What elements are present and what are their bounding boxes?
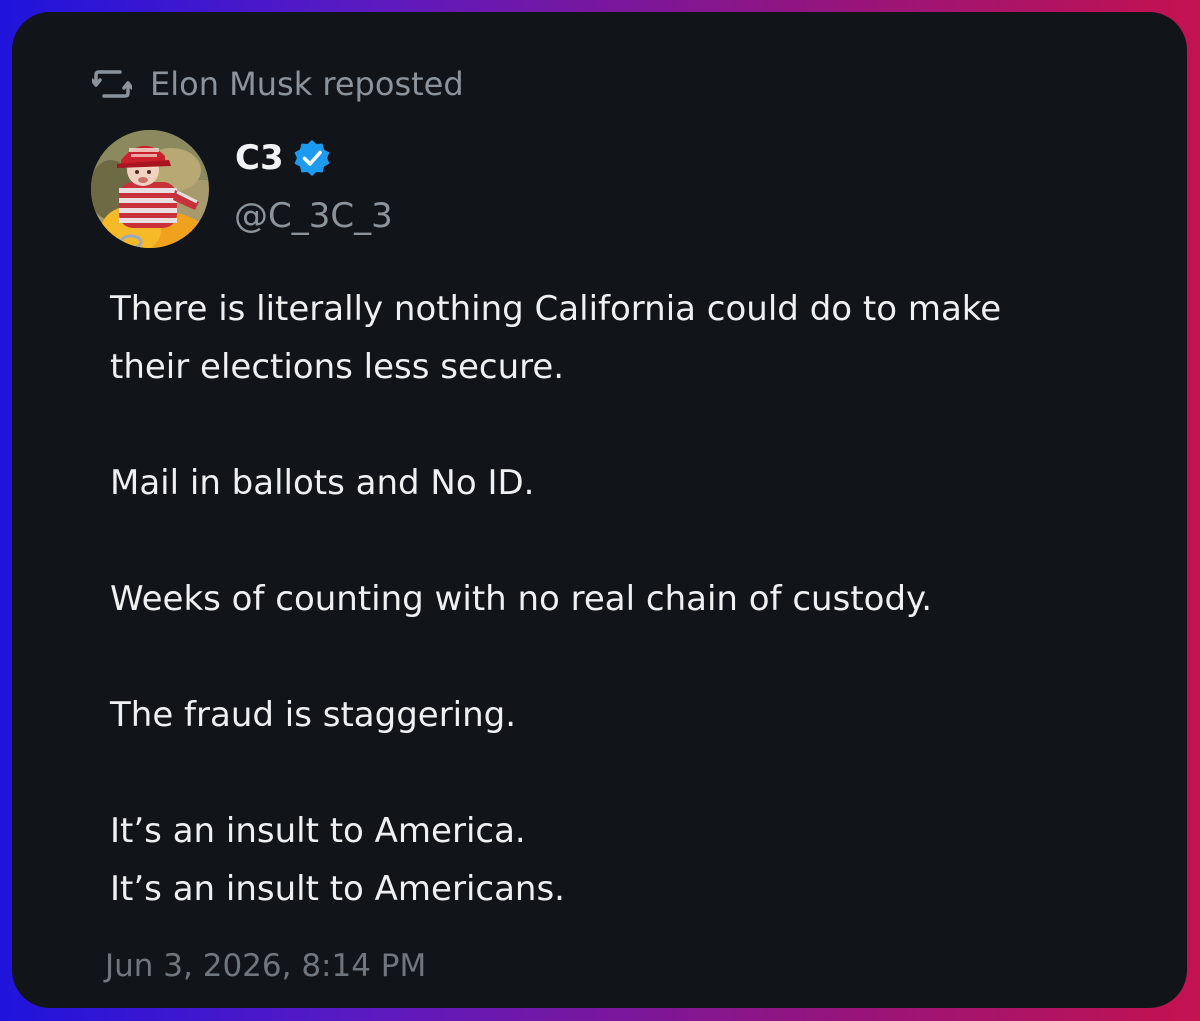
tweet-line: Mail in ballots and No ID. — [110, 463, 535, 503]
verified-badge-icon — [292, 138, 332, 178]
tweet-line: The fraud is staggering. — [110, 695, 517, 735]
avatar[interactable] — [91, 130, 209, 248]
repost-label: Elon Musk reposted — [150, 65, 464, 103]
profile-photo-icon — [91, 130, 209, 248]
author-handle[interactable]: @C_3C_3 — [234, 196, 393, 236]
tweet-line: It’s an insult to America. — [110, 811, 526, 851]
tweet-line: their elections less secure. — [110, 347, 565, 387]
author-name-row[interactable]: C3 — [235, 138, 332, 178]
repost-indicator[interactable]: Elon Musk reposted — [92, 64, 464, 104]
tweet-timestamp[interactable]: Jun 3, 2026, 8:14 PM — [105, 948, 426, 984]
tweet-line: Weeks of counting with no real chain of … — [110, 579, 933, 619]
author-display-name: C3 — [235, 138, 284, 178]
tweet-card: Elon Musk reposted C3 @C_3C_3 There is l… — [12, 12, 1187, 1008]
tweet-line: It’s an insult to Americans. — [110, 869, 565, 909]
repost-icon — [92, 66, 136, 102]
tweet-line: There is literally nothing California co… — [110, 289, 1002, 329]
tweet-text: There is literally nothing California co… — [110, 280, 1130, 918]
